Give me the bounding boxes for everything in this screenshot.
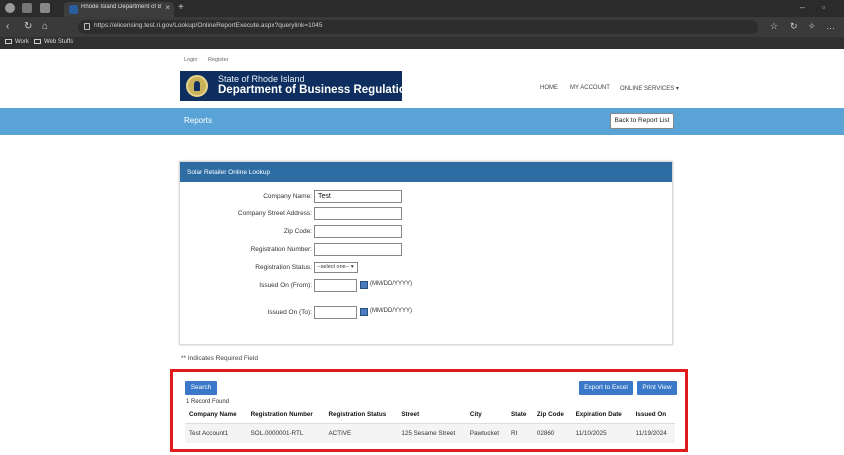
form-heading: Solar Retailer Online Lookup xyxy=(180,162,672,182)
minimize-icon[interactable]: – xyxy=(800,2,805,12)
reports-banner: Reports Back to Report List xyxy=(0,108,844,135)
cell-city: Pawtucket xyxy=(465,423,507,443)
issued-to-row: Issued On (To): (MM/DD/YYYY) xyxy=(180,306,674,320)
zip-input[interactable] xyxy=(314,225,402,238)
new-tab-icon[interactable]: + xyxy=(178,2,184,13)
table-row[interactable]: Test Account1 SOL.0000001-RTL ACTIVE 125… xyxy=(185,423,675,443)
browser-tab[interactable]: Rhode Island Department of Busi × xyxy=(64,2,174,17)
folder-icon xyxy=(5,39,12,44)
date-format-hint: (MM/DD/YYYY) xyxy=(370,308,412,314)
nav-my-account[interactable]: MY ACCOUNT xyxy=(570,85,610,91)
zip-label: Zip Code: xyxy=(283,228,312,235)
folder-icon xyxy=(34,39,41,44)
calendar-icon[interactable] xyxy=(360,308,368,316)
nav-home[interactable]: HOME xyxy=(540,85,558,91)
print-view-button[interactable]: Print View xyxy=(637,381,677,395)
zip-row: Zip Code: xyxy=(180,225,674,239)
dbr-logo[interactable]: State of Rhode Island Department of Busi… xyxy=(180,71,413,101)
street-input[interactable] xyxy=(314,207,402,220)
column-header[interactable]: State xyxy=(507,408,533,424)
column-header[interactable]: Zip Code xyxy=(533,408,572,424)
column-header[interactable]: Issued On xyxy=(632,408,675,424)
cell-zip-code: 02860 xyxy=(532,423,572,443)
top-links: Login Register xyxy=(184,57,237,63)
results-table: Company Name Registration Number Registr… xyxy=(185,408,675,443)
refresh-alt-icon[interactable]: ↻ xyxy=(790,21,798,32)
lock-icon xyxy=(84,23,90,30)
column-header[interactable]: Registration Number xyxy=(247,408,325,424)
reg-status-row: Registration Status: --select one-- ▾ xyxy=(180,261,674,275)
cell-registration-number: SOL.0000001-RTL xyxy=(246,423,325,443)
company-name-label: Company Name: xyxy=(263,193,312,200)
browser-titlebar: Rhode Island Department of Busi × + – ▫ xyxy=(0,0,844,17)
back-icon[interactable]: ‹ xyxy=(6,21,9,32)
favorites-bar: Work Web Stuffs xyxy=(0,37,844,49)
url-text: https://elicensing.test.ri.gov/Lookup/On… xyxy=(94,22,323,29)
export-to-excel-button[interactable]: Export to Excel xyxy=(579,381,633,395)
back-to-report-list-button[interactable]: Back to Report List xyxy=(610,113,674,129)
restore-icon[interactable]: ▫ xyxy=(822,2,825,12)
page: Login Register State of Rhode Island Dep… xyxy=(0,49,844,455)
reg-number-label: Registration Number: xyxy=(250,246,312,253)
refresh-icon[interactable]: ↻ xyxy=(24,21,32,32)
more-icon[interactable]: … xyxy=(826,21,835,31)
street-label: Company Street Address: xyxy=(237,210,312,217)
cell-expiration-date: 11/10/2025 xyxy=(571,423,632,443)
collections-icon[interactable]: ✧ xyxy=(808,21,816,32)
reg-status-label: Registration Status: xyxy=(255,264,312,271)
reg-status-select[interactable]: --select one-- ▾ xyxy=(314,262,358,273)
favicon-icon xyxy=(69,5,78,14)
issued-from-input[interactable] xyxy=(314,279,357,292)
close-tab-icon[interactable]: × xyxy=(165,3,170,12)
favorite-web-stuffs[interactable]: Web Stuffs xyxy=(34,39,73,45)
street-row: Company Street Address: xyxy=(180,207,674,221)
issued-to-input[interactable] xyxy=(314,306,357,319)
workspaces-icon[interactable] xyxy=(22,3,32,13)
cell-company-name: Test Account1 xyxy=(185,423,247,443)
calendar-icon[interactable] xyxy=(360,281,368,289)
reg-number-input[interactable] xyxy=(314,243,402,256)
profile-icon[interactable] xyxy=(5,3,15,13)
record-count: 1 Record Found xyxy=(186,399,230,405)
cell-state: RI xyxy=(506,423,533,443)
search-button[interactable]: Search xyxy=(185,381,217,395)
favorite-label: Web Stuffs xyxy=(44,39,74,45)
cell-street: 125 Sesame Street xyxy=(397,423,466,443)
login-link[interactable]: Login xyxy=(184,57,197,63)
tab-title: Rhode Island Department of Busi xyxy=(81,4,161,10)
company-name-input[interactable]: Test xyxy=(314,190,402,203)
url-field[interactable]: https://elicensing.test.ri.gov/Lookup/On… xyxy=(78,20,758,34)
tab-actions-icon[interactable] xyxy=(40,3,50,13)
table-header-row: Company Name Registration Number Registr… xyxy=(185,408,675,424)
column-header[interactable]: Street xyxy=(397,408,466,424)
logo-line2: Department of Business Regulation xyxy=(218,84,413,96)
lookup-form-panel: Solar Retailer Online Lookup Company Nam… xyxy=(179,161,673,345)
register-link[interactable]: Register xyxy=(208,57,228,63)
home-icon[interactable]: ⌂ xyxy=(42,21,48,32)
issued-to-label: Issued On (To): xyxy=(267,309,312,316)
date-format-hint: (MM/DD/YYYY) xyxy=(370,281,412,287)
required-field-note: ** Indicates Required Field xyxy=(181,355,258,362)
column-header[interactable]: Registration Status xyxy=(324,408,397,424)
column-header[interactable]: Expiration Date xyxy=(572,408,632,424)
logo-line1: State of Rhode Island xyxy=(218,74,305,84)
nav-online-services[interactable]: ONLINE SERVICES ▾ xyxy=(620,85,679,92)
column-header[interactable]: Company Name xyxy=(185,408,247,424)
issued-from-row: Issued On (From): (MM/DD/YYYY) xyxy=(180,279,674,293)
page-title: Reports xyxy=(184,116,213,125)
favorite-work[interactable]: Work xyxy=(5,39,29,45)
issued-from-label: Issued On (From): xyxy=(259,282,312,289)
company-name-row: Company Name: Test xyxy=(180,190,674,204)
reg-number-row: Registration Number: xyxy=(180,243,674,257)
cell-issued-on: 11/19/2024 xyxy=(631,423,675,443)
favorites-star-icon[interactable]: ☆ xyxy=(770,21,778,32)
address-bar-row: ‹ ↻ ⌂ https://elicensing.test.ri.gov/Loo… xyxy=(0,17,844,37)
state-seal-icon xyxy=(186,75,208,97)
favorite-label: Work xyxy=(15,39,29,45)
cell-registration-status: ACTIVE xyxy=(324,423,398,443)
results-section: Search Export to Excel Print View 1 Reco… xyxy=(170,369,688,452)
column-header[interactable]: City xyxy=(466,408,507,424)
